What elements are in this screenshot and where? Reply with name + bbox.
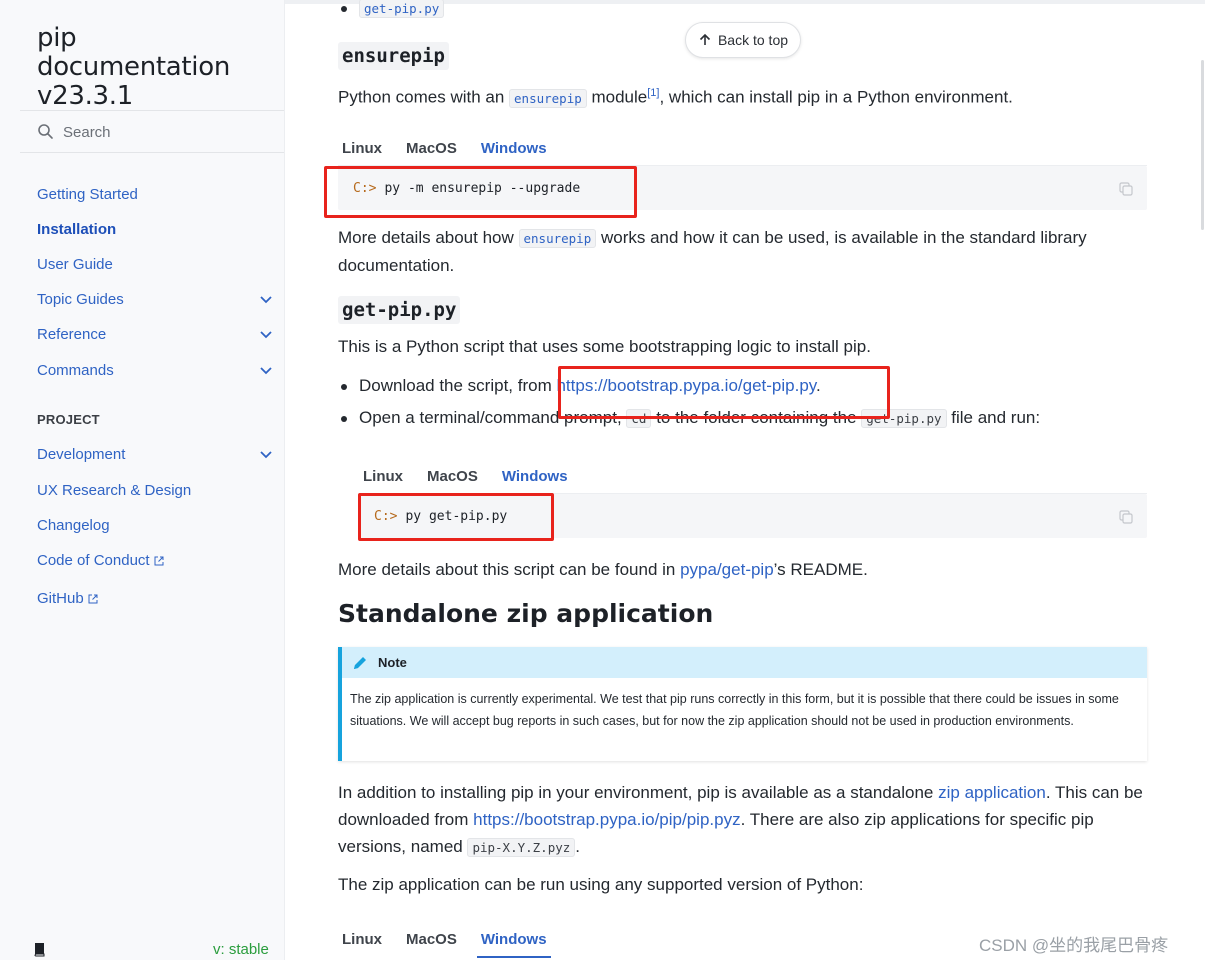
text: . [575, 837, 581, 856]
note-text: The zip application is currently experim… [350, 692, 1119, 728]
sidebar-item-ux-research[interactable]: UX Research & Design [37, 482, 191, 499]
sidebar-item-reference[interactable]: Reference [37, 326, 106, 343]
standalone-heading: Standalone zip application [338, 599, 714, 628]
back-to-top-button[interactable]: Back to top [685, 22, 801, 58]
tab-windows[interactable]: Windows [476, 136, 551, 167]
watermark: CSDN @坐的我尾巴骨疼 [979, 936, 1169, 955]
note-title: Note [378, 655, 407, 670]
tab-linux[interactable]: Linux [359, 464, 407, 495]
external-link-icon [154, 556, 164, 566]
pencil-icon [354, 656, 366, 669]
ensurepip-code-link[interactable]: ensurepip [518, 229, 597, 248]
search-button[interactable]: Search [37, 121, 111, 143]
chevron-down-icon[interactable] [258, 446, 274, 462]
standalone-run-note: The zip application can be run using any… [338, 875, 864, 894]
sidebar-divider [20, 152, 284, 153]
chevron-down-icon[interactable] [258, 291, 274, 307]
chevron-down-icon[interactable] [258, 326, 274, 342]
text: More details about this script can be fo… [338, 560, 681, 579]
back-to-top-label: Back to top [717, 32, 789, 48]
sidebar-item-github[interactable]: GitHub [37, 590, 98, 607]
text: module [586, 87, 648, 107]
text: , which can install pip in a Python envi… [659, 87, 1013, 107]
project-caption: PROJECT [37, 412, 100, 427]
text: More details about how [338, 228, 519, 247]
sidebar-item-user-guide[interactable]: User Guide [37, 256, 113, 273]
getpip-intro: This is a Python script that uses some b… [338, 337, 871, 356]
documentation-link[interactable]: documentation. [338, 256, 454, 275]
text: In addition to installing pip in your en… [338, 783, 939, 802]
tab-macos[interactable]: MacOS [402, 927, 461, 958]
standalone-tabs: Linux MacOS Windows [338, 927, 567, 958]
search-label: Search [63, 123, 111, 141]
text: Download the script, from [359, 376, 557, 395]
tab-linux[interactable]: Linux [338, 136, 386, 167]
arrow-up-icon [699, 33, 711, 45]
sidebar-item-topic-guides[interactable]: Topic Guides [37, 291, 124, 308]
sidebar-item-code-of-conduct[interactable]: Code of Conduct [37, 552, 164, 569]
annotation-highlight-box [324, 166, 637, 218]
pip-pyz-link[interactable]: https://bootstrap.pypa.io/pip/pip.pyz [473, 810, 740, 829]
sidebar-divider [20, 110, 284, 111]
annotation-highlight-box [358, 493, 554, 541]
sidebar-item-changelog[interactable]: Changelog [37, 517, 110, 534]
list-item: get-pip.py [341, 0, 445, 18]
ensurepip-code-link[interactable]: ensurepip [509, 88, 587, 108]
ensurepip-details: More details about how ensurepip works a… [338, 224, 1150, 279]
scrollbar[interactable] [1201, 60, 1204, 230]
sidebar-item-getting-started[interactable]: Getting Started [37, 186, 138, 203]
version-switcher[interactable]: v: stable [213, 941, 269, 958]
getpip-tabs: Linux MacOS Windows [359, 464, 588, 495]
getpip-heading: get-pip.py [338, 296, 461, 324]
inline-code: pip-X.Y.Z.pyz [467, 838, 576, 857]
search-icon [38, 124, 53, 139]
sidebar: pip documentation v23.3.1 Search Getting… [0, 0, 285, 960]
sidebar-item-label: Code of Conduct [37, 552, 150, 569]
bullet-dot [341, 5, 347, 12]
tab-linux[interactable]: Linux [338, 927, 386, 958]
sidebar-item-commands[interactable]: Commands [37, 362, 114, 379]
pypa-getpip-link[interactable]: pypa/get-pip [680, 560, 774, 579]
copy-icon[interactable] [1118, 181, 1134, 197]
text: works and how it can be used, is availab… [596, 228, 1087, 247]
annotation-highlight-box [558, 366, 890, 419]
ensurepip-tabs: Linux MacOS Windows [338, 136, 567, 167]
site-title[interactable]: pip documentation v23.3.1 [37, 24, 277, 111]
text: file and run: [946, 408, 1041, 427]
copy-icon[interactable] [1118, 509, 1134, 525]
ensurepip-intro: Python comes with an ensurepip module[1]… [338, 80, 1150, 112]
ensurepip-heading: ensurepip [338, 42, 449, 70]
tab-macos[interactable]: MacOS [402, 136, 461, 167]
book-icon[interactable] [32, 941, 48, 957]
zip-application-link[interactable]: zip application [938, 783, 1046, 802]
bullet-dot [341, 383, 347, 390]
external-link-icon [88, 594, 98, 604]
tab-windows[interactable]: Windows [497, 464, 572, 495]
sidebar-item-label: GitHub [37, 590, 84, 607]
sidebar-item-installation[interactable]: Installation [37, 221, 116, 238]
tab-macos[interactable]: MacOS [423, 464, 482, 495]
get-pip-link[interactable]: get-pip.py [359, 0, 445, 18]
text: Python comes with an [338, 87, 510, 107]
text: ’s README. [773, 560, 868, 579]
note-admonition: Note The zip application is currently ex… [338, 647, 1147, 761]
note-header: Note [342, 647, 1147, 678]
bullet-dot [341, 415, 347, 422]
chevron-down-icon[interactable] [258, 362, 274, 378]
footnote-ref[interactable]: [1] [647, 87, 659, 99]
standalone-intro: In addition to installing pip in your en… [338, 779, 1150, 861]
getpip-readme: More details about this script can be fo… [338, 556, 1150, 583]
tab-windows[interactable]: Windows [476, 927, 551, 958]
sidebar-item-development[interactable]: Development [37, 446, 125, 463]
